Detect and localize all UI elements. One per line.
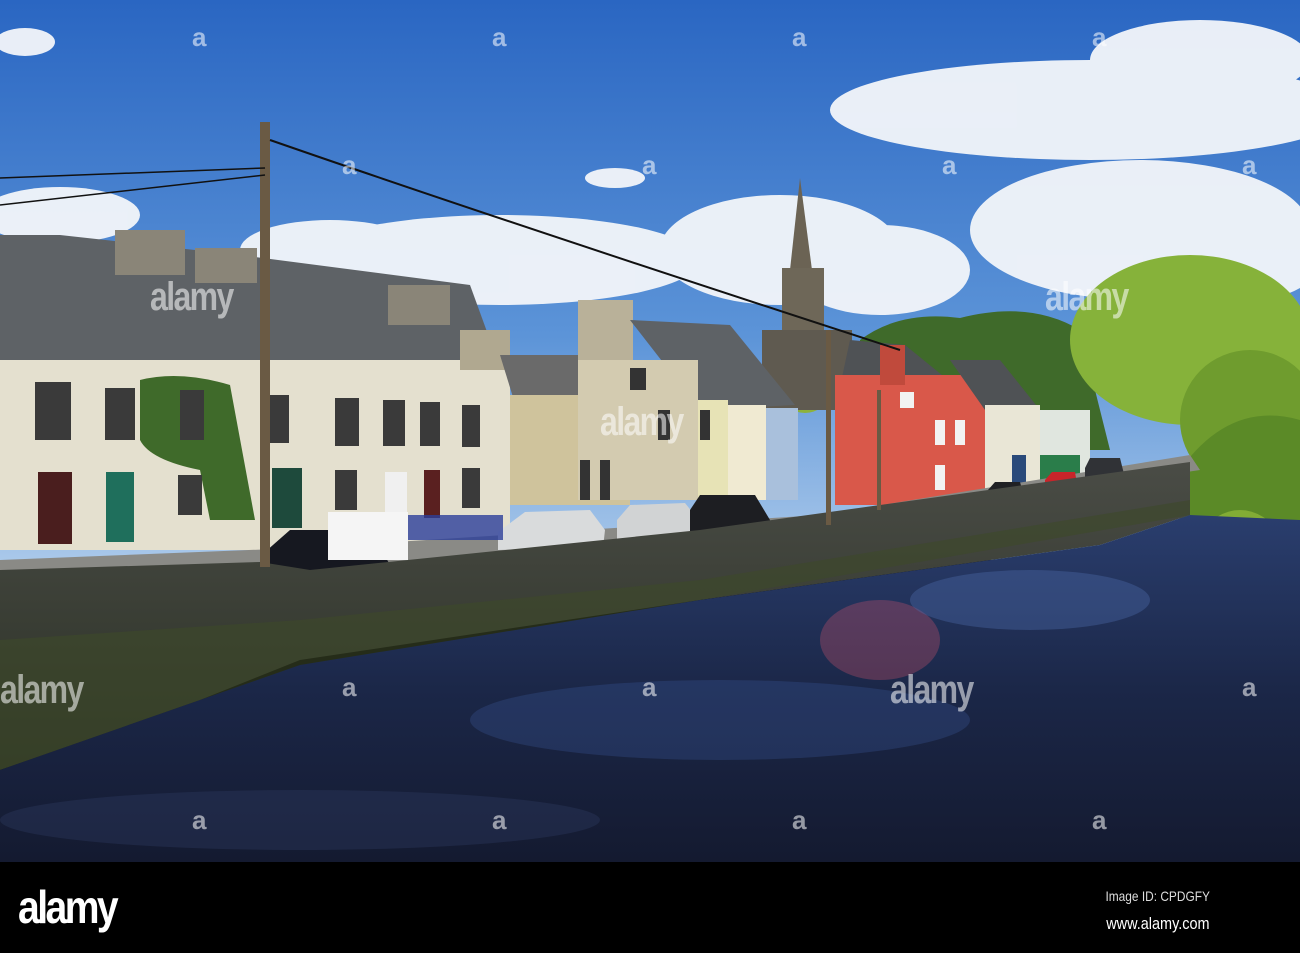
alamy-logo: alamy [18, 881, 119, 933]
watermark-mark: a [342, 672, 357, 702]
watermark-mark: a [1092, 805, 1107, 835]
watermark-mark: a [1242, 150, 1257, 180]
watermark-text: alamy [890, 668, 974, 712]
watermark-text: alamy [0, 668, 84, 712]
watermark-mark: a [342, 150, 357, 180]
watermark-mark: a [942, 150, 957, 180]
watermark-mark: a [1092, 22, 1107, 52]
footer-bar: alamy Image ID: CPDGFY www.alamy.com [0, 862, 1300, 953]
watermark-mark: a [792, 805, 807, 835]
watermark-text: alamy [1045, 275, 1129, 319]
watermark-mark: a [792, 22, 807, 52]
website-link[interactable]: www.alamy.com [1107, 914, 1210, 934]
watermark-mark: a [492, 805, 507, 835]
watermark-mark: a [642, 150, 657, 180]
watermark-mark: a [192, 805, 207, 835]
watermark-mark: a [192, 22, 207, 52]
watermark-mark: a [492, 22, 507, 52]
image-id: Image ID: CPDGFY [1105, 888, 1210, 904]
watermark-mark: a [642, 672, 657, 702]
watermark-text: alamy [600, 400, 684, 444]
watermark-text: alamy [150, 275, 234, 319]
watermark-mark: a [1242, 672, 1257, 702]
